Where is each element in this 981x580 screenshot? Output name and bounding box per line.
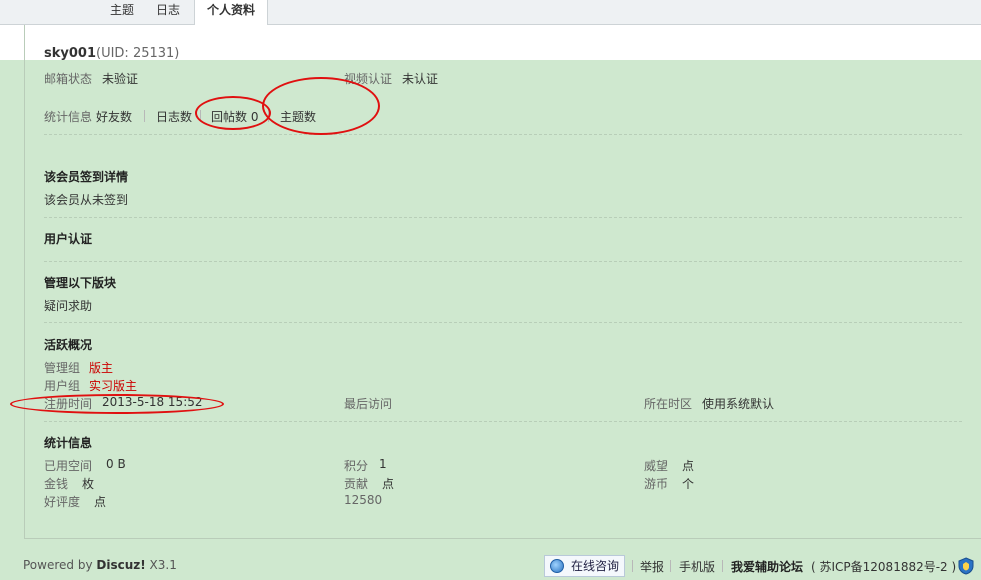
online-chat-label: 在线咨询 — [571, 559, 620, 573]
stat-friends[interactable]: 好友数 — [96, 108, 132, 125]
site-name-link[interactable]: 我爱辅助论坛 — [731, 558, 803, 575]
last-visit-label: 最后访问 — [344, 397, 393, 411]
email-status-value: 未验证 — [102, 72, 139, 86]
profile-name: sky001(UID: 25131) — [44, 46, 179, 61]
divider — [144, 110, 145, 122]
money-label: 金钱 — [44, 477, 69, 491]
uid: (UID: 25131) — [96, 46, 180, 61]
powered-version: X3.1 — [145, 558, 177, 572]
timezone-label: 所在时区 — [644, 397, 693, 411]
divider — [670, 560, 671, 572]
managed-forum-link[interactable]: 疑问求助 — [44, 297, 92, 314]
user-group-label: 用户组 — [44, 379, 81, 393]
chat-bubble-icon — [550, 559, 564, 573]
timezone-value: 使用系统默认 — [702, 397, 775, 411]
stat-blogs-label: 日志数 — [156, 110, 193, 124]
tab-bar: 主题 日志 个人资料 — [0, 0, 981, 26]
points-label: 积分 — [344, 459, 369, 473]
user-auth-title: 用户认证 — [44, 232, 93, 246]
signin-title: 该会员签到详情 — [44, 170, 129, 184]
managed-forums-title: 管理以下版块 — [44, 276, 117, 290]
stat-blogs[interactable]: 日志数 — [156, 108, 192, 125]
powered-prefix: Powered by — [23, 558, 97, 572]
tab-topics[interactable]: 主题 — [100, 0, 144, 24]
divider — [44, 134, 962, 135]
icp-link[interactable]: ( 苏ICP备12081882号-2 ) — [811, 558, 956, 575]
tab-blog[interactable]: 日志 — [146, 0, 190, 24]
rating-label: 好评度 — [44, 495, 81, 509]
contribution-label: 贡献 — [344, 477, 369, 491]
statistics-title: 统计信息 — [44, 436, 93, 450]
annotation-ellipse-replies — [195, 96, 271, 130]
signin-text: 该会员从未签到 — [44, 193, 129, 207]
profile-panel — [24, 25, 981, 539]
divider — [632, 560, 633, 572]
divider — [44, 322, 962, 323]
annotation-ellipse-regtime — [10, 394, 224, 414]
annotation-ellipse-topics — [262, 77, 380, 135]
stat-friends-label: 好友数 — [96, 110, 133, 124]
divider — [44, 421, 962, 422]
user-group-value[interactable]: 实习版主 — [89, 377, 137, 394]
contribution-value: 点 — [382, 477, 395, 491]
online-chat-button[interactable]: 在线咨询 — [544, 555, 625, 577]
coins-label: 游币 — [644, 477, 669, 491]
activity-title: 活跃概况 — [44, 338, 93, 352]
video-auth-value: 未认证 — [402, 72, 439, 86]
discuz-link[interactable]: Discuz! — [96, 558, 145, 572]
username: sky001 — [44, 46, 96, 61]
prestige-label: 威望 — [644, 459, 669, 473]
admin-group-label: 管理组 — [44, 361, 81, 375]
divider — [44, 217, 962, 218]
coins-value: 个 — [682, 477, 695, 491]
divider — [44, 261, 962, 262]
mobile-link[interactable]: 手机版 — [679, 558, 715, 575]
powered-by: Powered by Discuz! X3.1 — [23, 558, 177, 572]
divider — [722, 560, 723, 572]
prestige-value: 点 — [682, 459, 695, 473]
points-value: 1 — [379, 457, 387, 471]
rating-value: 点 — [94, 495, 107, 509]
money-value: 枚 — [82, 477, 95, 491]
space-value: 0 B — [106, 457, 126, 471]
stats-label: 统计信息 — [44, 110, 93, 124]
space-label: 已用空间 — [44, 459, 93, 473]
extra-number: 12580 — [344, 493, 383, 507]
email-status-label: 邮箱状态 — [44, 72, 93, 86]
shield-icon[interactable] — [958, 557, 974, 575]
report-link[interactable]: 举报 — [640, 558, 664, 575]
tab-profile[interactable]: 个人资料 — [194, 0, 268, 26]
admin-group-value[interactable]: 版主 — [89, 359, 113, 376]
